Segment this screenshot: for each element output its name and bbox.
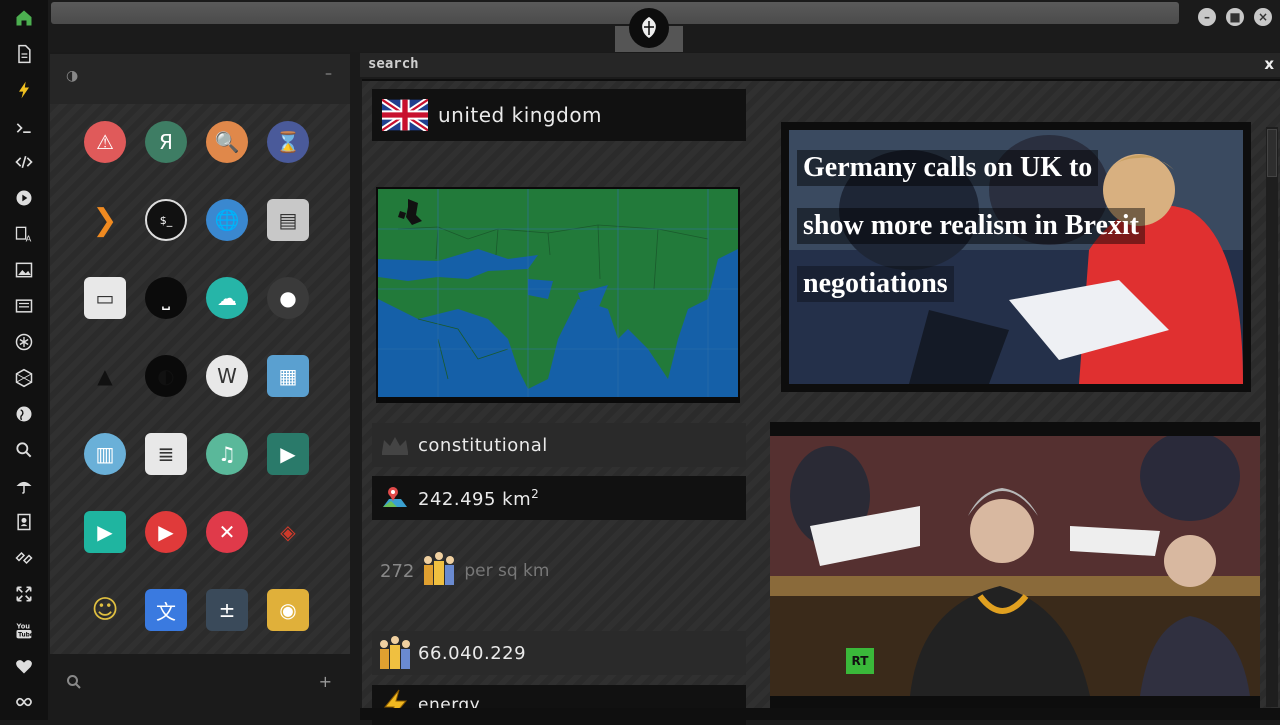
svg-text:You: You — [16, 622, 31, 630]
maximize-button[interactable]: ■ — [1226, 8, 1244, 26]
population-value: 66.040.229 — [418, 642, 527, 664]
launcher-footer: + — [50, 654, 350, 720]
country-name: united kingdom — [438, 103, 603, 127]
scanner-icon[interactable]: ▤ — [267, 199, 309, 241]
contrast-icon[interactable]: ◑ — [66, 68, 78, 84]
asterisk-icon[interactable] — [12, 330, 36, 354]
document-icon[interactable] — [12, 42, 36, 66]
photo-app-icon[interactable]: ◉ — [267, 589, 309, 631]
news-card-2[interactable]: RT — [770, 422, 1260, 708]
world-map-icon[interactable]: ▦ — [267, 355, 309, 397]
media-player-icon[interactable]: ▶ — [84, 511, 126, 553]
svg-text:Tube: Tube — [18, 633, 34, 639]
window-icon[interactable]: ▭ — [84, 277, 126, 319]
cloud-lock-icon[interactable]: ☁ — [206, 277, 248, 319]
youtube-icon[interactable]: You Tube — [12, 618, 36, 642]
scrollbar[interactable] — [1266, 127, 1278, 707]
video-icon[interactable]: ▶ — [267, 433, 309, 475]
umbrella-icon[interactable] — [12, 474, 36, 498]
home-icon[interactable] — [12, 6, 36, 30]
search-icon[interactable] — [12, 438, 36, 462]
density-value: 272 — [380, 560, 415, 582]
map-pin-icon — [372, 485, 418, 511]
area-card[interactable]: 242.495 km2 — [372, 476, 746, 520]
population-people-icon — [372, 635, 418, 671]
ironman-icon[interactable]: ◈ — [267, 511, 309, 553]
play-icon[interactable] — [12, 186, 36, 210]
magnifier-app-icon[interactable]: 🔍 — [206, 121, 248, 163]
density-unit: per sq km — [464, 561, 550, 581]
launcher-search-icon[interactable] — [66, 674, 82, 694]
code-icon[interactable] — [12, 150, 36, 174]
scrollbar-thumb[interactable] — [1267, 129, 1277, 177]
launcher-header: ◑ – — [50, 54, 350, 104]
country-map[interactable] — [376, 187, 740, 403]
warning-icon[interactable]: ⚠ — [84, 121, 126, 163]
uk-flag-icon — [372, 99, 438, 131]
panel-body: united kingdom constitutional 242.495 km… — [362, 79, 1280, 725]
rt-logo: RT — [846, 648, 874, 674]
minimize-button[interactable]: – — [1198, 8, 1216, 26]
country-card[interactable]: united kingdom — [372, 89, 746, 141]
news-card-1[interactable]: Germany calls on UK to show more realism… — [781, 122, 1251, 392]
notes-icon[interactable]: ≣ — [145, 433, 187, 475]
panel-title: search — [368, 56, 419, 72]
close-window-button[interactable]: × — [1254, 8, 1272, 26]
search-panel: search x united kingdom constitutional 2… — [360, 53, 1280, 725]
close-panel-button[interactable]: x — [1264, 55, 1274, 73]
yandex-icon[interactable]: Я — [145, 121, 187, 163]
panel-bottom-bar — [360, 708, 1280, 720]
hourglass-icon[interactable]: ⌛ — [267, 121, 309, 163]
news-icon[interactable] — [12, 294, 36, 318]
area-superscript: 2 — [531, 486, 540, 501]
title-strip[interactable] — [51, 2, 1179, 24]
area-value: 242.495 km2 — [418, 486, 540, 510]
link-icon[interactable] — [12, 546, 36, 570]
death-star-icon[interactable]: ◐ — [145, 355, 187, 397]
music-icon[interactable]: ♫ — [206, 433, 248, 475]
terminal-app-icon[interactable]: $_ — [145, 199, 187, 241]
top-bar: – ■ × — [48, 0, 1280, 52]
image-icon[interactable] — [12, 258, 36, 282]
population-card[interactable]: 66.040.229 — [372, 631, 746, 675]
arrow-app-icon[interactable]: ❯ — [84, 199, 126, 241]
terminal-icon[interactable] — [12, 116, 36, 140]
heart-icon[interactable] — [12, 654, 36, 678]
news-headline-line-2: show more realism in Brexit — [797, 208, 1145, 244]
c3po-icon[interactable]: ☺ — [84, 589, 126, 631]
contacts-icon[interactable] — [12, 510, 36, 534]
expand-icon[interactable] — [12, 582, 36, 606]
government-card[interactable]: constitutional — [372, 423, 746, 467]
launcher-grid: ⚠ Я 🔍 ⌛ ❯ $_ 🌐 ▤ ▭ ⎵ ☁ ● ▲ ◐ W ▦ ▥ ≣ ♫ ▶ ▶ ▶ ✕ ◈ ☺ 文 ± ◉ — [50, 104, 350, 708]
hexagon-icon[interactable] — [12, 366, 36, 390]
news-headline-line-1: Germany calls on UK to — [797, 150, 1099, 186]
browser-globe-icon[interactable]: 🌐 — [206, 199, 248, 241]
government-type: constitutional — [418, 434, 548, 456]
translate-icon[interactable]: A — [12, 222, 36, 246]
youtube-app-icon[interactable]: ▶ — [145, 511, 187, 553]
globe-icon[interactable] — [12, 402, 36, 426]
close-circle-icon[interactable]: ✕ — [206, 511, 248, 553]
panel-header: search x — [360, 53, 1280, 77]
news-headline-line-3: negotiations — [797, 266, 954, 302]
news-image-2 — [770, 436, 1260, 696]
add-button[interactable]: + — [319, 672, 332, 691]
wikipedia-icon[interactable]: W — [206, 355, 248, 397]
keyboard-app-icon[interactable]: ⎵ — [145, 277, 187, 319]
calculator-icon[interactable]: ± — [206, 589, 248, 631]
people-icon — [422, 551, 456, 591]
app-launcher: ◑ – ⚠ Я 🔍 ⌛ ❯ $_ 🌐 ▤ ▭ ⎵ ☁ ● ▲ ◐ W ▦ ▥ ≣ ♫ ▶ ▶ ▶ ✕ ◈ ☺ 文 ± ◉ + — [50, 54, 350, 720]
rebel-emblem-icon[interactable] — [629, 8, 669, 48]
infinity-icon[interactable] — [12, 690, 36, 714]
starfleet-icon[interactable]: ▲ — [84, 355, 126, 397]
density-row: 272 per sq km — [380, 551, 549, 591]
translate-app-icon[interactable]: 文 — [145, 589, 187, 631]
github-icon[interactable]: ● — [267, 277, 309, 319]
collapse-button[interactable]: – — [325, 66, 332, 82]
lightning-icon[interactable] — [12, 78, 36, 102]
left-rail: A You Tube — [0, 0, 48, 720]
svg-text:A: A — [26, 234, 32, 244]
books-icon[interactable]: ▥ — [84, 433, 126, 475]
crown-icon — [372, 434, 418, 456]
